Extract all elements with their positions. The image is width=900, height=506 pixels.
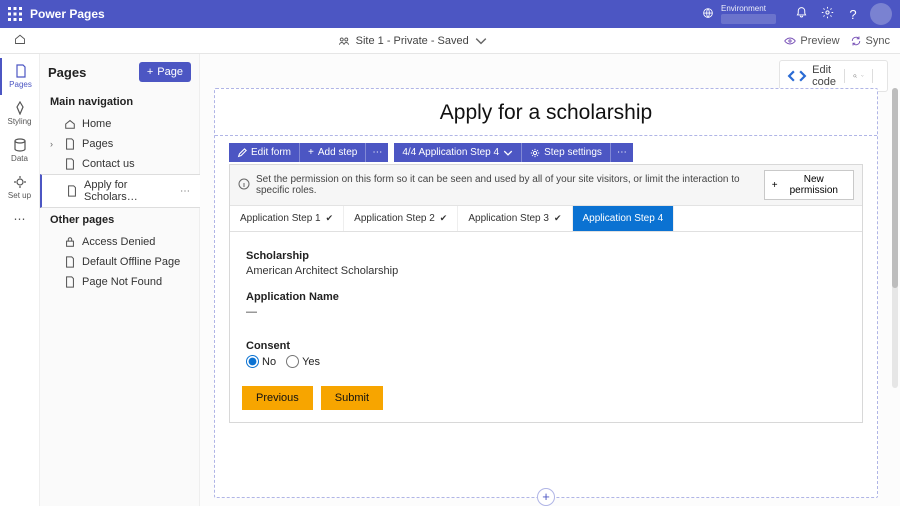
node-more-icon[interactable]: ⋯ (180, 186, 190, 197)
step-tab-2[interactable]: Application Step 2✔ (344, 206, 458, 231)
nav-access-denied[interactable]: Access Denied (40, 232, 199, 252)
notifications-icon[interactable] (788, 6, 814, 22)
form-toolbar: Edit form + Add step ⋯ 4/4 Application S… (229, 143, 633, 162)
home-icon (64, 118, 76, 130)
environment-picker[interactable]: Environment (701, 5, 776, 23)
form-actions: Previous Submit (230, 378, 862, 422)
command-bar: Site 1 - Private - Saved Preview Sync (0, 28, 900, 54)
sidebar-section-main: Main navigation (40, 90, 199, 114)
submit-button[interactable]: Submit (321, 386, 383, 410)
nav-pages[interactable]: › Pages (40, 134, 199, 154)
chevron-down-icon (503, 148, 513, 158)
app-launcher-icon[interactable] (8, 7, 22, 21)
plus-icon: + (147, 66, 153, 78)
code-icon (786, 65, 808, 87)
form-more-button[interactable]: ⋯ (366, 143, 388, 162)
appname-value: — (246, 306, 846, 318)
rail-styling[interactable]: Styling (0, 95, 39, 132)
scholarship-label: Scholarship (246, 250, 846, 262)
page-icon (64, 158, 76, 170)
scholarship-value: American Architect Scholarship (246, 265, 846, 277)
environment-value (721, 14, 776, 24)
nav-offline[interactable]: Default Offline Page (40, 252, 199, 272)
appname-label: Application Name (246, 291, 846, 303)
rail-setup[interactable]: Set up (0, 169, 39, 206)
edit-code-button[interactable]: Edit code (786, 64, 836, 88)
edit-form-button[interactable]: Edit form (229, 143, 300, 162)
sidebar-section-other: Other pages (40, 208, 199, 232)
permission-bar: Set the permission on this form so it ca… (230, 165, 862, 206)
info-icon (238, 178, 250, 193)
page-surface: Apply for a scholarship Edit form + Add … (214, 88, 878, 498)
add-step-button[interactable]: + Add step (300, 143, 366, 162)
sync-button[interactable]: Sync (850, 35, 890, 47)
nav-notfound[interactable]: Page Not Found (40, 272, 199, 292)
home-icon[interactable] (0, 33, 40, 48)
consent-yes-option[interactable]: Yes (286, 355, 320, 368)
permission-message: Set the permission on this form so it ca… (256, 174, 758, 196)
check-icon: ✔ (326, 213, 334, 224)
consent-no-option[interactable]: No (246, 355, 276, 368)
step-tab-3[interactable]: Application Step 3✔ (458, 206, 572, 231)
consent-no-radio[interactable] (246, 355, 259, 368)
lock-icon (64, 236, 76, 248)
site-label: Site 1 - Private - Saved (356, 35, 469, 47)
chevron-down-icon (861, 75, 864, 77)
canvas-scrollbar[interactable] (892, 88, 898, 388)
pages-sidebar: Pages + Page Main navigation Home › Page… (40, 54, 200, 506)
design-canvas: Edit code Apply for a scholarship (200, 54, 900, 506)
plus-icon: + (308, 147, 314, 158)
step-tab-4[interactable]: Application Step 4 (573, 206, 675, 231)
step-more-button[interactable]: ⋯ (611, 143, 633, 162)
add-page-button[interactable]: + Page (139, 62, 191, 82)
environment-label: Environment (721, 5, 776, 13)
brand-label: Power Pages (30, 7, 105, 21)
help-icon[interactable]: ? (840, 7, 866, 22)
step-settings-button[interactable]: Step settings (522, 143, 611, 162)
user-avatar[interactable] (870, 3, 892, 25)
step-counter-button[interactable]: 4/4 Application Step 4 (394, 143, 522, 162)
consent-yes-radio[interactable] (286, 355, 299, 368)
section-divider (215, 135, 877, 136)
pencil-icon (237, 148, 247, 158)
gear-icon (530, 148, 540, 158)
environment-icon (701, 6, 715, 23)
zoom-icon (853, 74, 857, 78)
rail-data[interactable]: Data (0, 132, 39, 169)
page-icon (64, 138, 76, 150)
zoom-button[interactable] (853, 74, 864, 78)
check-icon: ✔ (554, 213, 562, 224)
chevron-down-icon (475, 35, 487, 47)
left-rail: Pages Styling Data Set up ⋯ (0, 54, 40, 506)
nav-home[interactable]: Home (40, 114, 199, 134)
previous-button[interactable]: Previous (242, 386, 313, 410)
nav-contact[interactable]: Contact us (40, 154, 199, 174)
nav-apply-scholarship[interactable]: Apply for Scholars… ⋯ (40, 174, 200, 208)
site-picker[interactable]: Site 1 - Private - Saved (40, 35, 784, 47)
multistep-form: Edit form + Add step ⋯ 4/4 Application S… (229, 164, 863, 423)
add-section-button[interactable]: + (537, 488, 555, 506)
page-icon (64, 256, 76, 268)
page-heading: Apply for a scholarship (215, 89, 877, 135)
new-permission-button[interactable]: + New permission (764, 170, 854, 200)
check-icon: ✔ (440, 213, 448, 224)
global-header: Power Pages Environment ? (0, 0, 900, 28)
plus-icon: + (772, 180, 778, 191)
settings-icon[interactable] (814, 6, 840, 22)
step-tabs: Application Step 1✔ Application Step 2✔ … (230, 206, 862, 232)
page-icon (64, 276, 76, 288)
chevron-right-icon: › (50, 139, 58, 149)
rail-more-icon[interactable]: ⋯ (0, 206, 39, 226)
step-tab-1[interactable]: Application Step 1✔ (230, 206, 344, 231)
sidebar-title: Pages (48, 65, 86, 80)
rail-pages[interactable]: Pages (0, 58, 39, 95)
consent-label: Consent (246, 340, 846, 352)
page-icon (66, 185, 78, 197)
form-body: Scholarship American Architect Scholarsh… (230, 232, 862, 378)
preview-button[interactable]: Preview (784, 35, 839, 47)
